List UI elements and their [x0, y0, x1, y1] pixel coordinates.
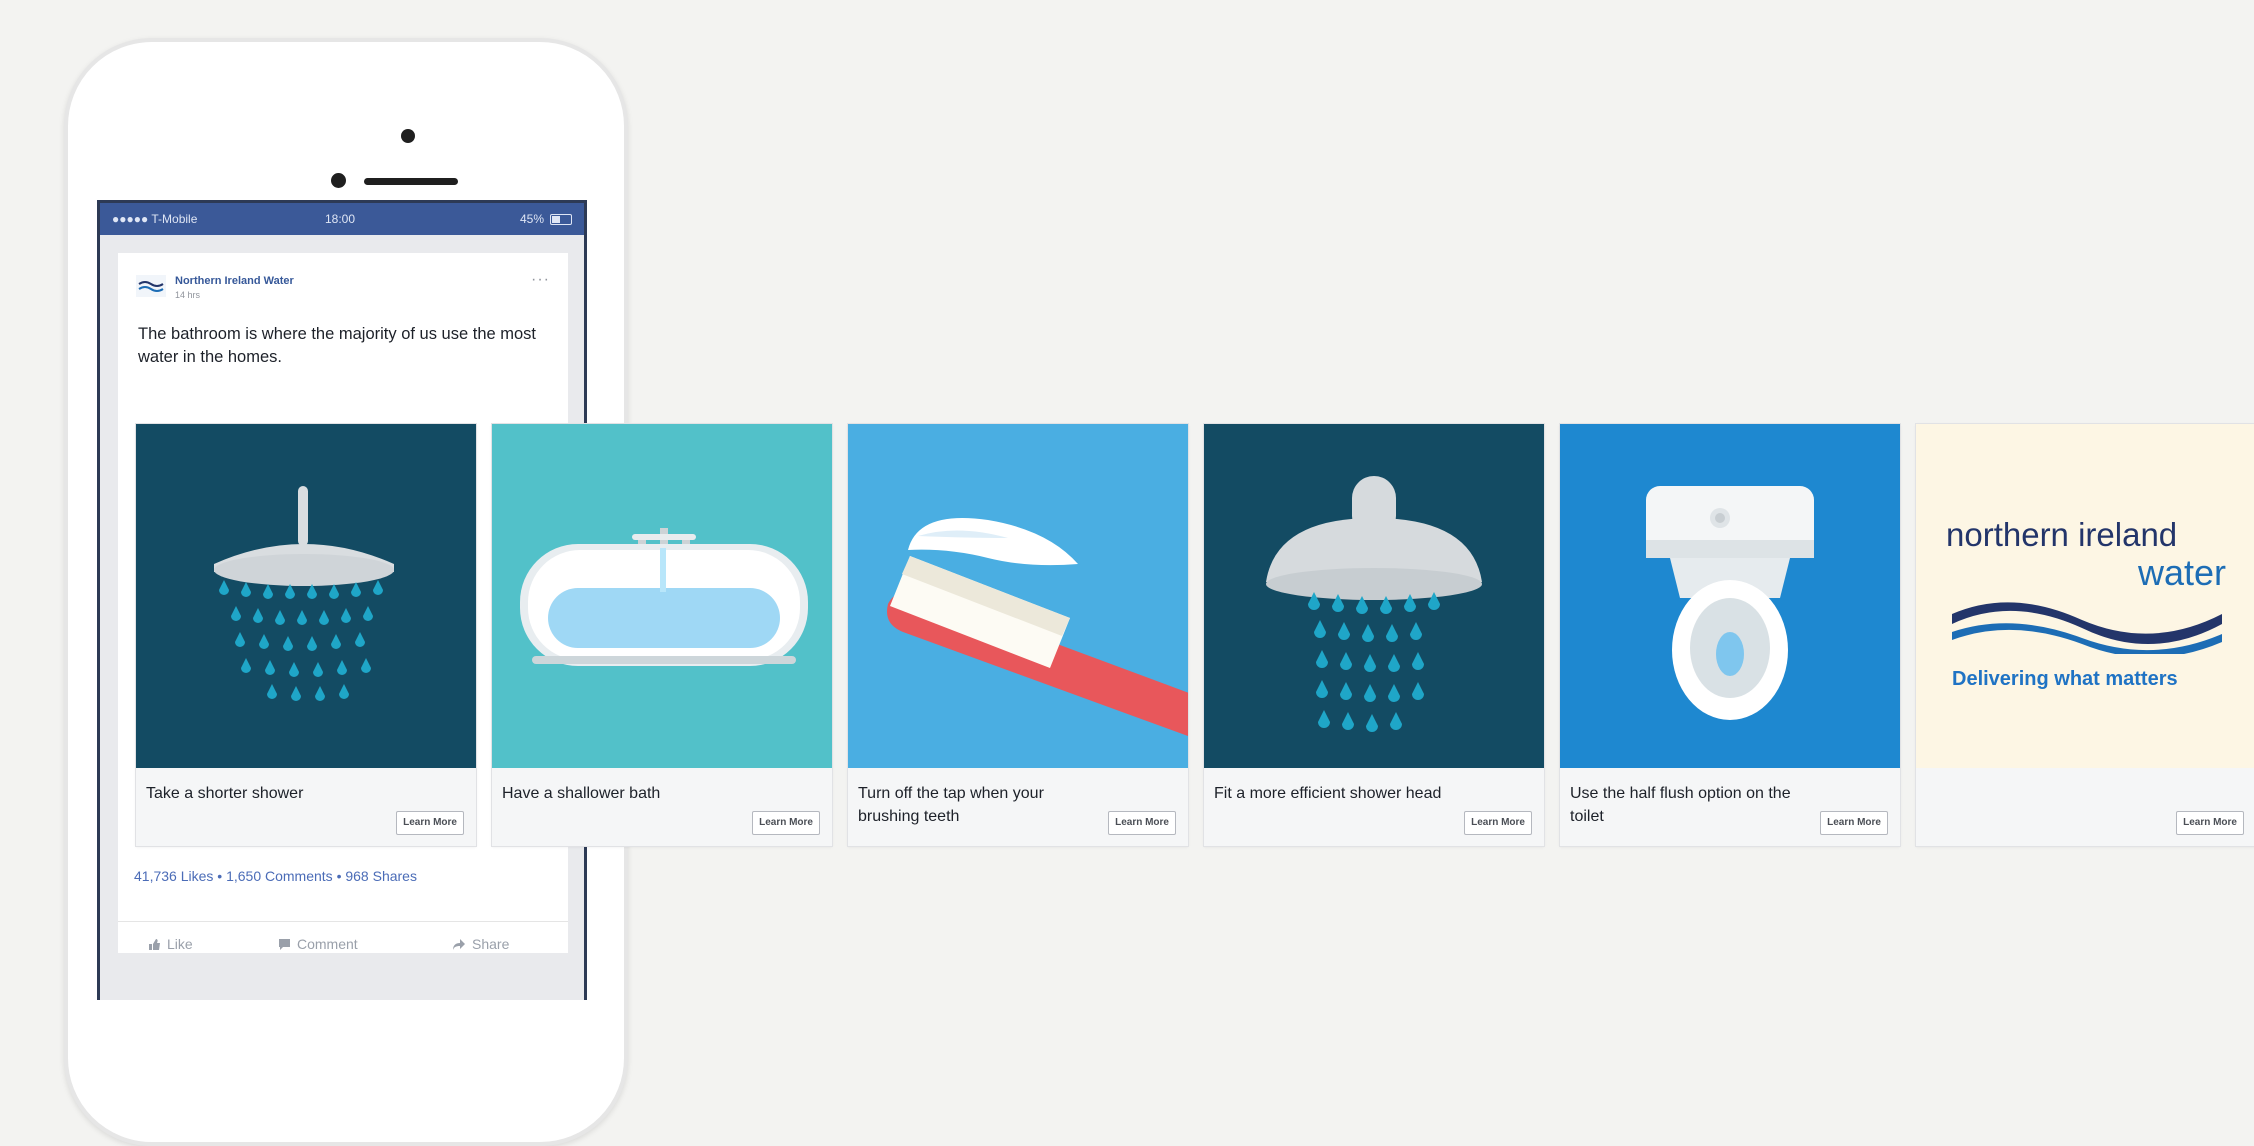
thumbs-up-icon — [149, 939, 160, 950]
learn-more-button[interactable]: Learn More — [1108, 811, 1176, 835]
post-timestamp: 14 hrs — [175, 290, 201, 300]
card-caption: Have a shallower bath — [502, 785, 661, 802]
card-image[interactable]: northern ireland water Delivering what m… — [1916, 424, 2254, 768]
battery-percent: 45% — [519, 212, 544, 226]
page-avatar[interactable] — [136, 275, 166, 297]
learn-more-button[interactable]: Learn More — [2176, 811, 2244, 835]
card-caption: Fit a more efficient shower head — [1214, 785, 1442, 802]
like-label: Like — [167, 936, 193, 952]
like-button[interactable]: Like — [148, 936, 193, 952]
learn-more-button[interactable]: Learn More — [1820, 811, 1888, 835]
learn-more-button[interactable]: Learn More — [1464, 811, 1532, 835]
actions-divider — [118, 921, 568, 922]
card-caption: Take a shorter shower — [146, 785, 304, 802]
carousel-card[interactable]: northern ireland water Delivering what m… — [1916, 424, 2254, 846]
logo-tagline: Delivering what matters — [1952, 668, 2178, 690]
page-name-link[interactable]: Northern Ireland Water — [175, 275, 294, 287]
proximity-sensor — [401, 129, 415, 143]
logo-line-1: northern ireland — [1946, 516, 2178, 553]
carrier-label: ●●●●● T-Mobile — [112, 212, 198, 226]
carousel-card[interactable]: Have a shallower bath Learn More — [492, 424, 832, 846]
card-image[interactable] — [1204, 424, 1544, 768]
card-image[interactable] — [1560, 424, 1900, 768]
carousel-card[interactable]: Use the half flush option on the toilet … — [1560, 424, 1900, 846]
logo-line-2: water — [2137, 552, 2226, 593]
clock: 18:00 — [325, 212, 356, 226]
front-camera — [331, 173, 346, 188]
battery-icon — [550, 214, 572, 225]
carousel-card[interactable]: Fit a more efficient shower head Learn M… — [1204, 424, 1544, 846]
shower-head-icon — [1266, 476, 1482, 732]
learn-more-button[interactable]: Learn More — [752, 811, 820, 835]
carousel-card[interactable]: Turn off the tap when your brushing teet… — [848, 424, 1188, 846]
card-image[interactable] — [136, 424, 476, 768]
bathtub-icon — [520, 528, 808, 666]
share-button[interactable]: Share — [452, 936, 509, 952]
learn-more-button[interactable]: Learn More — [396, 811, 464, 835]
toilet-icon — [1646, 486, 1814, 720]
share-arrow-icon — [453, 939, 465, 950]
card-caption: Turn off the tap when your brushing teet… — [858, 785, 1044, 825]
more-options-icon[interactable]: ··· — [531, 271, 550, 289]
wave-logo-icon — [1952, 602, 2222, 654]
status-bar: ●●●●● T-Mobile 18:00 45% — [100, 203, 584, 235]
share-label: Share — [472, 936, 510, 952]
toothbrush-icon — [887, 518, 1188, 736]
carousel-card[interactable]: Take a shorter shower Learn More — [136, 424, 476, 846]
comment-button[interactable]: Comment — [278, 936, 358, 952]
comment-icon — [279, 939, 290, 950]
card-caption: Use the half flush option on the toilet — [1570, 785, 1791, 825]
engagement-stats[interactable]: 41,736 Likes • 1,650 Comments • 968 Shar… — [134, 868, 417, 884]
card-image[interactable] — [492, 424, 832, 768]
earpiece-speaker — [364, 178, 458, 185]
shower-icon — [214, 486, 394, 701]
post-text: The bathroom is where the majority of us… — [138, 325, 537, 366]
card-image[interactable] — [848, 424, 1188, 768]
comment-label: Comment — [297, 936, 358, 952]
